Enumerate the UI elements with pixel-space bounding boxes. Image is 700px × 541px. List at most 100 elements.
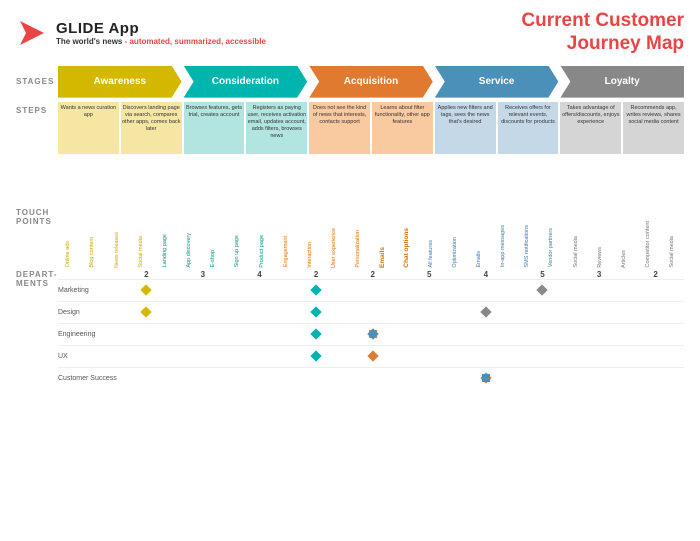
tp-emails-2: Emails: [469, 251, 491, 268]
step-2: Discovers landing page via search, compa…: [121, 102, 182, 154]
steps-label: STEPS: [16, 102, 58, 115]
logo-tagline: The world's news - automated, summarized…: [56, 37, 266, 46]
dept-diamonds-2: [118, 323, 684, 345]
dept-title: DEPART-MENTS: [16, 270, 58, 288]
step-5: Does not see the kind of news that inter…: [309, 102, 370, 154]
step-3: Browses features, gets trial, creates ac…: [184, 102, 245, 154]
tp-landing-page: Landing page: [155, 234, 177, 267]
count-col-9: 2: [627, 270, 684, 279]
dept-row-3: UX: [58, 345, 684, 367]
tp-personalization: Personalization: [348, 230, 370, 268]
tp-blog-content: Blog content: [82, 237, 104, 268]
step-6: Learns about filter functionality, other…: [372, 102, 433, 154]
dept-diamonds-4: [118, 367, 684, 389]
diamond-marker: [480, 372, 491, 383]
dept-diamonds-3: [118, 345, 684, 367]
stages-arrows: Awareness Consideration Acquisition Serv…: [58, 66, 684, 98]
touch-points-row: Online ads Blog content News releases So…: [58, 158, 684, 268]
diamond-marker: [310, 306, 321, 317]
departments-section: DEPART-MENTS 2342254532 MarketingDesignE…: [0, 268, 700, 389]
stages-label: STAGES: [16, 77, 58, 86]
dept-grid: Marketing Design Engineering UX Customer Suc…: [58, 279, 684, 389]
steps-cells: Wants a news curation app Discovers land…: [58, 102, 684, 154]
tp-online-ads: Online ads: [58, 241, 80, 267]
dept-rows-area: 2342254532 MarketingDesignEngineeringUXC…: [58, 270, 684, 389]
count-col-6: 4: [458, 270, 515, 279]
diamond-marker: [367, 328, 378, 339]
tp-reviews: Reviews: [589, 247, 611, 268]
diamond-marker: [310, 328, 321, 339]
tp-app-discovery: App discovery: [179, 233, 201, 268]
dept-diamonds-1: [118, 301, 684, 323]
dept-row-label-0: Marketing: [58, 287, 118, 294]
stage-consideration: Consideration: [184, 66, 308, 98]
logo-area: GLIDE App The world's news - automated, …: [16, 17, 266, 49]
tp-product: Product page: [251, 235, 273, 268]
count-col-7: 5: [514, 270, 571, 279]
count-col-8: 3: [571, 270, 628, 279]
steps-section: STEPS Wants a news curation app Discover…: [0, 98, 700, 154]
dept-row-label-3: UX: [58, 353, 118, 360]
diamond-marker: [367, 350, 378, 361]
stage-acquisition: Acquisition: [309, 66, 433, 98]
step-7: Applies new filters and tags, sees the n…: [435, 102, 496, 154]
diamond-marker: [310, 284, 321, 295]
stage-service: Service: [435, 66, 559, 98]
touch-label: TOUCH POINTS: [16, 158, 58, 226]
diamond-marker: [537, 284, 548, 295]
dept-row-label-1: Design: [58, 309, 118, 316]
tp-inapp: In-app messages: [493, 225, 515, 267]
tp-engagement: Engagement: [275, 236, 297, 267]
tp-eshop: E-shop: [203, 250, 225, 267]
count-col-0: 2: [118, 270, 175, 279]
tp-articles: Articles: [614, 250, 636, 268]
stage-awareness: Awareness: [58, 66, 182, 98]
tp-interaction: Interaction: [300, 242, 322, 268]
tp-optimization: Optimization: [445, 237, 467, 268]
diamond-marker: [141, 306, 152, 317]
dept-row-0: Marketing: [58, 279, 684, 301]
tp-news-releases: News releases: [106, 232, 128, 268]
diamond-marker: [310, 350, 321, 361]
logo-icon: [16, 17, 48, 49]
stages-row: STAGES Awareness Consideration Acquisiti…: [0, 66, 700, 98]
logo-title: GLIDE App: [56, 20, 266, 37]
logo-text: GLIDE App The world's news - automated, …: [56, 20, 266, 46]
step-9: Takes advantage of offers/discounts, enj…: [560, 102, 621, 154]
tp-user-exp: User experience: [324, 228, 346, 268]
tp-chat-options: Chat options: [396, 228, 418, 268]
diamond-marker: [369, 330, 377, 338]
dept-diamonds-0: [118, 279, 684, 301]
dept-row-1: Design: [58, 301, 684, 323]
tp-all-features: All features: [420, 240, 442, 268]
step-8: Receives offers for relevant events, dis…: [498, 102, 559, 154]
step-1: Wants a news curation app: [58, 102, 119, 154]
dept-row-label-2: Engineering: [58, 331, 118, 338]
count-col-4: 2: [344, 270, 401, 279]
counts-area: 2342254532: [118, 270, 684, 279]
stage-loyalty: Loyalty: [560, 66, 684, 98]
dept-left: DEPART-MENTS: [16, 270, 58, 389]
diamond-marker: [367, 328, 378, 339]
tp-signup: Sign up page: [227, 235, 249, 267]
tp-sms: SMS notifications: [517, 225, 539, 268]
counts-row: 2342254532: [58, 270, 684, 279]
diamond-marker: [141, 284, 152, 295]
diamond-marker: [482, 374, 490, 382]
tp-vendor: Vendor partners: [541, 228, 563, 267]
count-col-3: 2: [288, 270, 345, 279]
count-col-1: 3: [175, 270, 232, 279]
count-col-2: 4: [231, 270, 288, 279]
tp-emails-1: Emails: [372, 247, 394, 268]
step-4: Registers as paying user, receives activ…: [246, 102, 307, 154]
diamond-marker: [480, 306, 491, 317]
touch-section: TOUCH POINTS Online ads Blog content New…: [0, 154, 700, 268]
tp-social-media-3: Social media: [662, 236, 684, 268]
dept-row-label-4: Customer Success: [58, 375, 118, 382]
header: GLIDE App The world's news - automated, …: [0, 0, 700, 62]
tp-social-media-2: Social media: [565, 236, 587, 268]
dept-row-4: Customer Success: [58, 367, 684, 389]
count-col-5: 5: [401, 270, 458, 279]
touch-points-container: Online ads Blog content News releases So…: [58, 158, 684, 268]
dept-row-2: Engineering: [58, 323, 684, 345]
